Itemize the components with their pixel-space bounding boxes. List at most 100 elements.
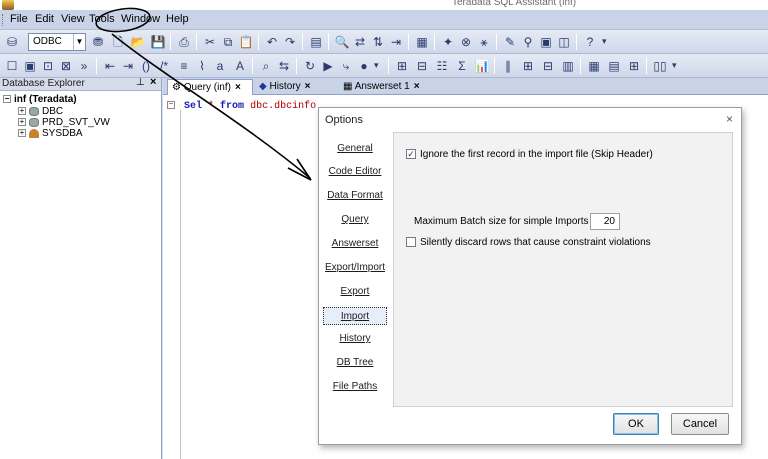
menu-file[interactable]: File [10,13,28,25]
indent-block-icon[interactable]: ⇥ [120,58,136,74]
prev-bookmark-icon[interactable]: ⊡ [40,58,56,74]
print-icon[interactable]: ⎙ [176,34,192,50]
nav-import[interactable]: Import [323,307,387,325]
undo-icon[interactable]: ↶ [264,34,280,50]
tree-item-dbc[interactable]: + DBC [18,106,63,117]
stop-icon[interactable]: ● [356,58,372,74]
new-icon[interactable]: 🗋 [110,34,126,50]
comment-icon[interactable]: ☐ [4,58,20,74]
nav-general[interactable]: General [323,140,387,158]
abort-icon[interactable]: ⊗ [458,34,474,50]
layout-icon[interactable]: ⊞ [520,58,536,74]
format-icon[interactable]: ▤ [308,34,324,50]
replace-next-icon[interactable]: ⇆ [276,58,292,74]
split-icon[interactable]: ⊟ [540,58,556,74]
skip-header-checkbox[interactable]: ✓ [406,149,416,160]
tab-answerset[interactable]: ▦ Answerset 1 × [339,79,431,95]
columns-icon[interactable]: ▯▯ [652,58,668,74]
close-icon[interactable]: × [305,81,311,92]
toolbar-overflow-icon[interactable]: ▾ [602,36,607,47]
more-icon[interactable]: » [76,58,92,74]
close-icon[interactable]: × [726,112,733,126]
toolbar-overflow-icon[interactable]: ▾ [374,60,379,71]
collapse-icon[interactable]: − [3,95,11,104]
window-icon[interactable]: ◫ [556,34,572,50]
tab-history[interactable]: ◆ History × [255,79,337,95]
uppercase-icon[interactable]: A [232,58,248,74]
paren-icon[interactable]: () [138,58,154,74]
copy-icon[interactable]: ⧉ [220,34,236,50]
nav-export-import[interactable]: Export/Import [323,259,387,277]
outdent-icon[interactable]: ⇤ [102,58,118,74]
indent-icon[interactable]: ⇥ [388,34,404,50]
menu-tools[interactable]: Tools [89,13,115,25]
menu-view[interactable]: View [61,13,85,25]
sort-icon[interactable]: ⇅ [370,34,386,50]
connect-icon[interactable]: ⛁ [4,34,20,50]
cells-icon[interactable]: ⊞ [626,58,642,74]
tree-root[interactable]: − inf (Teradata) [3,94,77,105]
tree-item-sysdba[interactable]: + SYSDBA [18,128,83,139]
refresh-icon[interactable]: ↻ [302,58,318,74]
chevron-down-icon[interactable]: ▼ [73,34,85,50]
tree-item-prd-svt-vw[interactable]: + PRD_SVT_VW [18,117,110,128]
paste-icon[interactable]: 📋 [238,34,254,50]
pin-icon[interactable]: ⊥ [136,77,145,88]
ok-button[interactable]: OK [613,413,659,435]
nav-export[interactable]: Export [323,283,387,301]
execute-icon[interactable]: ✦ [440,34,456,50]
nav-db-tree[interactable]: DB Tree [323,354,387,372]
nav-code-editor[interactable]: Code Editor [323,163,387,181]
wrap-icon[interactable]: ⌇ [194,58,210,74]
explorer-toggle-icon[interactable]: ▦ [414,34,430,50]
pane-icon[interactable]: ▥ [560,58,576,74]
column-icon[interactable]: ☷ [434,58,450,74]
sum-icon[interactable]: Σ [454,58,470,74]
nav-answerset[interactable]: Answerset [323,235,387,253]
grid-view-icon[interactable]: ▦ [586,58,602,74]
open-folder-icon[interactable]: 📂 [130,34,146,50]
disconnect-icon[interactable]: ⛃ [90,34,106,50]
discard-rows-option[interactable]: Silently discard rows that cause constra… [406,237,651,248]
tab-query[interactable]: ⚙ Query (inf) × [167,79,253,95]
bar-chart-icon[interactable]: 📊 [474,58,490,74]
menu-edit[interactable]: Edit [35,13,54,25]
lowercase-icon[interactable]: a [212,58,228,74]
next-bookmark-icon[interactable]: ⊠ [58,58,74,74]
sql-line[interactable]: − Sel * from dbc.dbcinfo [167,101,316,112]
find-icon[interactable]: 🔍 [334,34,350,50]
cancel-button[interactable]: Cancel [671,413,729,435]
menu-window[interactable]: Window [121,13,160,25]
bookmark-icon[interactable]: ⚲ [520,34,536,50]
expand-icon[interactable]: + [18,107,26,116]
find-next-icon[interactable]: ⌕ [258,58,274,74]
replace-icon[interactable]: ⇄ [352,34,368,50]
discard-rows-checkbox[interactable] [406,237,416,248]
expand-icon[interactable]: + [18,118,26,127]
redo-icon[interactable]: ↷ [282,34,298,50]
skip-header-option[interactable]: ✓ Ignore the first record in the import f… [406,149,653,160]
nav-file-paths[interactable]: File Paths [323,378,387,396]
cut-icon[interactable]: ✂ [202,34,218,50]
nav-data-format[interactable]: Data Format [323,187,387,205]
bookmark-toggle-icon[interactable]: ▣ [22,58,38,74]
close-icon[interactable]: × [414,81,420,92]
grid-icon[interactable]: ▣ [538,34,554,50]
comment-line-icon[interactable]: /* [156,58,172,74]
pencil-icon[interactable]: ✎ [502,34,518,50]
menu-help[interactable]: Help [166,13,189,25]
close-icon[interactable]: × [150,76,156,88]
step-icon[interactable]: ⤷ [338,58,354,74]
expand-icon[interactable]: + [18,129,26,138]
connection-combo[interactable]: ODBC ▼ [28,33,86,51]
close-icon[interactable]: × [235,82,241,93]
fold-icon[interactable]: − [167,101,175,110]
toolbar-overflow-icon[interactable]: ▾ [672,60,677,71]
nav-history[interactable]: History [323,330,387,348]
save-icon[interactable]: 💾 [150,34,166,50]
chart-grid-icon[interactable]: ⊟ [414,58,430,74]
align-icon[interactable]: ≡ [176,58,192,74]
help-icon[interactable]: ? [582,34,598,50]
run-icon[interactable]: ▶ [320,58,336,74]
sheet-icon[interactable]: ▤ [606,58,622,74]
